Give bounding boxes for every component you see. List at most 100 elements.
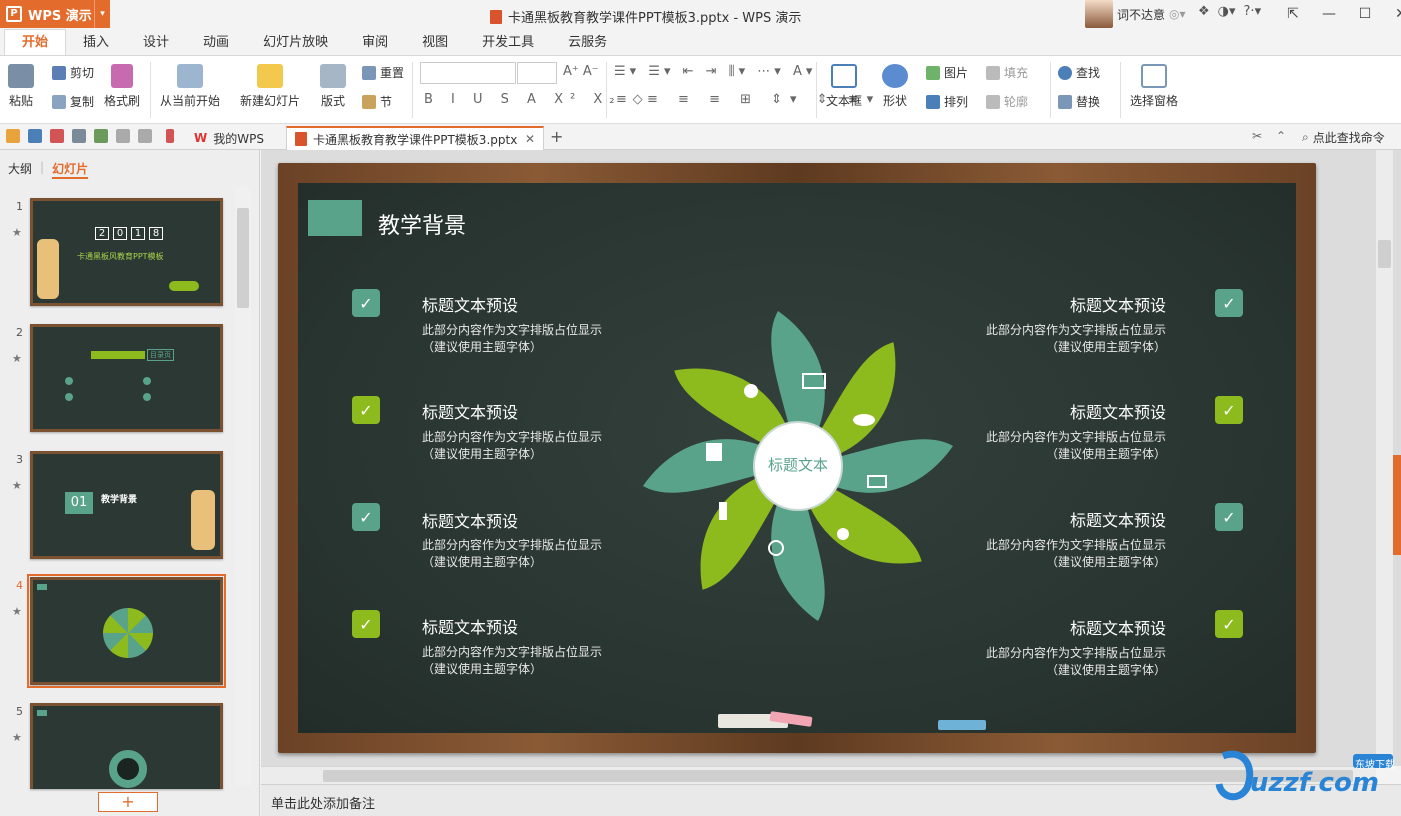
tab-developer[interactable]: 开发工具 <box>465 31 551 55</box>
item-heading[interactable]: 标题文本预设 <box>422 399 518 423</box>
copy-button[interactable]: 复制 <box>52 93 94 110</box>
help-icon[interactable]: ?·▾ <box>1244 4 1262 19</box>
tab-design[interactable]: 设计 <box>126 31 186 55</box>
customize-icon[interactable] <box>166 129 174 143</box>
close-icon[interactable]: ✕ <box>525 132 535 146</box>
task-pane-handle[interactable] <box>1393 455 1401 555</box>
close-button[interactable]: ✕ <box>1383 0 1401 28</box>
format-painter-button[interactable]: 格式刷 <box>104 64 140 109</box>
tab-review[interactable]: 审阅 <box>345 31 405 55</box>
cut-button[interactable]: 剪切 <box>52 64 94 81</box>
fill-button[interactable]: 填充 <box>986 64 1028 81</box>
maximize-button[interactable]: ☐ <box>1347 0 1383 28</box>
tab-animation[interactable]: 动画 <box>186 31 246 55</box>
tab-my-wps[interactable]: W 我的WPS <box>186 126 272 150</box>
slide-panel-scrollbar-thumb[interactable] <box>237 208 249 308</box>
play-from-current-button[interactable]: 从当前开始 <box>160 64 220 109</box>
tab-view[interactable]: 视图 <box>405 31 465 55</box>
search-icon <box>1058 65 1072 80</box>
bullet-dot <box>143 393 151 401</box>
item-body-line: （建议使用主题字体） <box>422 555 543 569</box>
slide-thumbnail-4[interactable] <box>27 574 226 688</box>
item-body[interactable]: 此部分内容作为文字排版占位显示 （建议使用主题字体） <box>422 322 602 356</box>
tab-insert[interactable]: 插入 <box>66 31 126 55</box>
tab-slideshow[interactable]: 幻灯片放映 <box>246 31 345 55</box>
arrange-button[interactable]: 排列 <box>926 93 968 110</box>
paste-button[interactable]: 粘贴 <box>8 64 34 109</box>
cut-label: 剪切 <box>70 66 95 80</box>
save-icon[interactable] <box>28 129 42 143</box>
canvas-vertical-scrollbar-thumb[interactable] <box>1378 240 1391 268</box>
tab-current-document[interactable]: 卡通黑板教育教学课件PPT模板3.pptx ✕ <box>286 126 544 150</box>
redo-icon[interactable] <box>138 129 152 143</box>
avatar[interactable] <box>1085 0 1113 28</box>
user-account[interactable]: 词不达意 ◎▾ <box>1085 0 1195 28</box>
replace-button[interactable]: 替换 <box>1058 93 1100 110</box>
slide-thumbnail-5[interactable] <box>30 703 223 789</box>
list-icons[interactable]: ☰▾ ☰▾ ⇤ ⇥ ⫼▾ ⋯▾ A▾ <box>614 64 816 79</box>
item-body-line: 此部分内容作为文字排版占位显示 <box>985 430 1166 444</box>
item-heading[interactable]: 标题文本预设 <box>422 508 518 532</box>
fill-label: 填充 <box>1004 66 1029 80</box>
command-search[interactable]: ⌕ 点此查找命令 <box>1302 129 1385 146</box>
outline-button[interactable]: 轮廓 <box>986 93 1028 110</box>
selection-pane-button[interactable]: 选择窗格 <box>1130 64 1178 109</box>
item-body[interactable]: 此部分内容作为文字排版占位显示 （建议使用主题字体） <box>422 644 602 678</box>
tab-slides[interactable]: 幻灯片 <box>52 160 89 179</box>
slide-title[interactable]: 教学背景 <box>378 208 466 240</box>
arrange-icon <box>926 94 940 109</box>
font-size-select[interactable] <box>517 62 557 84</box>
find-button[interactable]: 查找 <box>1058 64 1100 81</box>
layout-button[interactable]: 版式 <box>320 64 346 109</box>
fullscreen-icon[interactable]: ⇱ <box>1275 0 1311 28</box>
item-heading[interactable]: 标题文本预设 <box>422 292 518 316</box>
reset-button[interactable]: 重置 <box>362 64 404 81</box>
app-menu-button[interactable]: P WPS 演示 ▾ <box>0 0 110 28</box>
item-body[interactable]: 此部分内容作为文字排版占位显示 （建议使用主题字体） <box>966 537 1166 571</box>
pinwheel-center-label[interactable]: 标题文本 <box>756 454 840 475</box>
layout-label: 版式 <box>320 94 345 108</box>
tab-home[interactable]: 开始 <box>4 29 67 55</box>
share-icon[interactable]: ◑▾ <box>1218 4 1236 19</box>
item-body[interactable]: 此部分内容作为文字排版占位显示 （建议使用主题字体） <box>966 645 1166 679</box>
tab-cloud[interactable]: 云服务 <box>551 31 624 55</box>
canvas-horizontal-scrollbar-thumb[interactable] <box>323 770 1353 782</box>
item-heading[interactable]: 标题文本预设 <box>1000 615 1166 639</box>
section-button[interactable]: 节 <box>362 93 392 110</box>
font-name-select[interactable] <box>420 62 516 84</box>
shape-button[interactable]: 形状 <box>882 64 908 109</box>
font-size-grow-icon[interactable]: A⁺ A⁻ <box>563 64 599 79</box>
slide-thumbnail-1[interactable]: 2 0 1 8 卡通黑板风教育PPT模板 <box>30 198 223 306</box>
print-preview-icon[interactable] <box>94 129 108 143</box>
export-pdf-icon[interactable] <box>50 129 64 143</box>
item-heading[interactable]: 标题文本预设 <box>1000 292 1166 316</box>
print-icon[interactable] <box>72 129 86 143</box>
open-icon[interactable] <box>6 129 20 143</box>
item-heading[interactable]: 标题文本预设 <box>1000 399 1166 423</box>
item-body[interactable]: 此部分内容作为文字排版占位显示 （建议使用主题字体） <box>422 537 602 571</box>
skin-icon[interactable]: ❖ <box>1198 4 1210 19</box>
new-tab-icon[interactable]: + <box>550 127 563 146</box>
paste-icon <box>8 64 34 88</box>
tab-current-document-label: 卡通黑板教育教学课件PPT模板3.pptx <box>313 132 518 147</box>
new-slide-button[interactable]: 新建幻灯片 <box>240 64 300 109</box>
item-heading[interactable]: 标题文本预设 <box>1000 507 1166 531</box>
item-body[interactable]: 此部分内容作为文字排版占位显示 （建议使用主题字体） <box>422 429 602 463</box>
textbox-button[interactable]: 文本框 <box>826 64 862 109</box>
picture-button[interactable]: 图片 <box>926 64 968 81</box>
undo-icon[interactable] <box>116 129 130 143</box>
item-body[interactable]: 此部分内容作为文字排版占位显示 （建议使用主题字体） <box>966 429 1166 463</box>
slide-thumbnail-3[interactable]: 01 教学背景 <box>30 451 223 559</box>
watermark-text: uzzf.com <box>1250 768 1379 798</box>
pin-icon[interactable]: ✂ <box>1252 129 1262 143</box>
item-body[interactable]: 此部分内容作为文字排版占位显示 （建议使用主题字体） <box>966 322 1166 356</box>
slide-thumbnail-2[interactable]: 目录页 <box>30 324 223 432</box>
check-icon: ✓ <box>352 289 380 317</box>
minimize-button[interactable]: — <box>1311 0 1347 28</box>
tab-outline[interactable]: 大纲 <box>8 160 32 179</box>
item-heading[interactable]: 标题文本预设 <box>422 614 518 638</box>
add-slide-button[interactable]: + <box>98 792 158 812</box>
collapse-ribbon-icon[interactable]: ⌃ <box>1276 129 1286 143</box>
check-icon: ✓ <box>352 610 380 638</box>
chevron-down-icon[interactable]: ▾ <box>94 0 110 28</box>
